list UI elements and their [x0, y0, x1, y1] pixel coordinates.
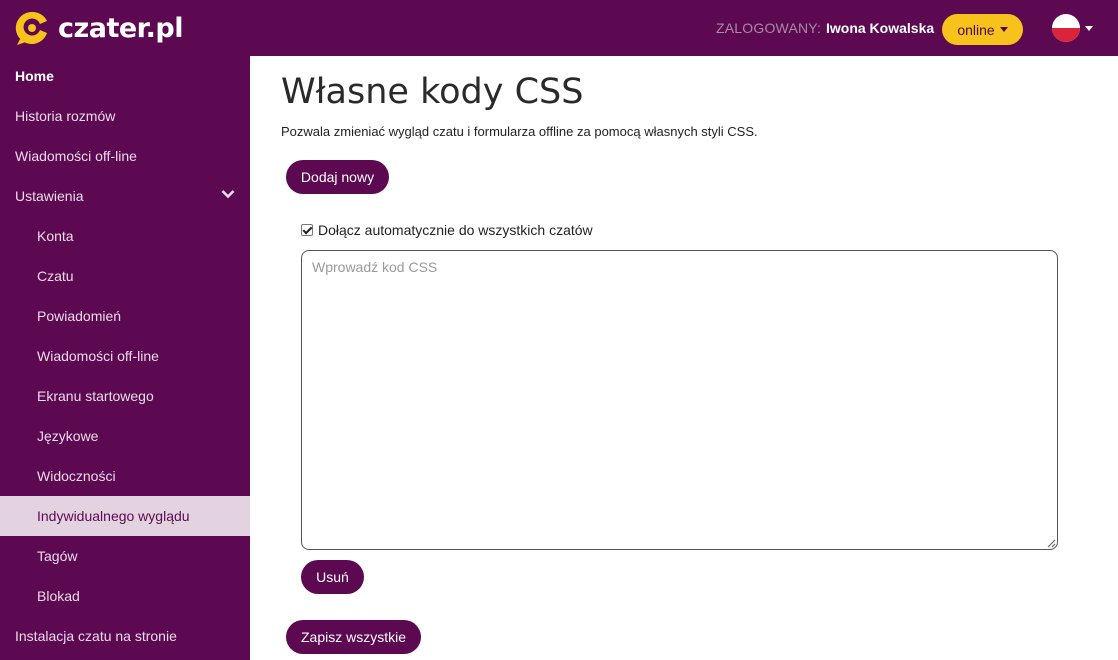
save-all-button[interactable]: Zapisz wszystkie — [286, 620, 421, 654]
sidebar-item-label: Konta — [37, 228, 74, 244]
sidebar-item-offline-messages[interactable]: Wiadomości off-line — [0, 136, 250, 176]
sidebar-item-label: Czatu — [37, 268, 74, 284]
sidebar-item-label: Ekranu startowego — [37, 388, 154, 404]
sidebar-item-chat[interactable]: Czatu — [0, 256, 250, 296]
caret-down-icon — [999, 27, 1008, 32]
sidebar-item-label: Wiadomości off-line — [15, 148, 137, 164]
sidebar-item-start-screen[interactable]: Ekranu startowego — [0, 376, 250, 416]
sidebar: Home Historia rozmów Wiadomości off-line… — [0, 56, 250, 660]
sidebar-item-offline-messages-settings[interactable]: Wiadomości off-line — [0, 336, 250, 376]
sidebar-item-label: Powiadomień — [37, 308, 122, 324]
auto-attach-label[interactable]: Dołącz automatycznie do wszystkich czató… — [318, 222, 593, 238]
sidebar-item-chat-history[interactable]: Historia rozmów — [0, 96, 250, 136]
css-code-textarea[interactable] — [301, 250, 1058, 550]
sidebar-item-tags[interactable]: Tagów — [0, 536, 250, 576]
sidebar-item-notifications[interactable]: Powiadomień — [0, 296, 250, 336]
sidebar-item-settings[interactable]: Ustawienia — [0, 176, 250, 216]
status-dropdown-button[interactable]: online — [942, 14, 1023, 45]
page-title: Własne kody CSS — [281, 72, 584, 112]
page-description: Pozwala zmieniać wygląd czatu i formular… — [281, 124, 758, 139]
sidebar-item-home[interactable]: Home — [0, 56, 250, 96]
status-label: online — [957, 21, 995, 38]
sidebar-item-label: Instalacja czatu na stronie — [15, 628, 177, 644]
logo[interactable]: czater.pl — [14, 10, 183, 46]
language-dropdown[interactable] — [1052, 14, 1093, 42]
chevron-down-icon — [221, 190, 235, 199]
user-name: Iwona Kowalska — [826, 20, 935, 36]
sidebar-item-blocks[interactable]: Blokad — [0, 576, 250, 616]
poland-flag-icon — [1052, 14, 1080, 42]
auto-attach-row: Dołącz automatycznie do wszystkich czató… — [301, 222, 593, 238]
sidebar-item-account[interactable]: Konta — [0, 216, 250, 256]
sidebar-item-visibility[interactable]: Widoczności — [0, 456, 250, 496]
sidebar-item-label: Widoczności — [37, 468, 116, 484]
sidebar-item-label: Home — [15, 68, 54, 84]
sidebar-item-label: Indywidualnego wyglądu — [37, 508, 190, 524]
main-content: Własne kody CSS Pozwala zmieniać wygląd … — [250, 56, 1118, 660]
auto-attach-checkbox[interactable] — [301, 224, 313, 236]
logged-in-label: ZALOGOWANY: — [716, 20, 822, 36]
delete-button[interactable]: Usuń — [301, 560, 364, 594]
sidebar-item-label: Tagów — [37, 548, 78, 564]
sidebar-item-chat-installation[interactable]: Instalacja czatu na stronie — [0, 616, 250, 656]
sidebar-item-label: Wiadomości off-line — [37, 348, 159, 364]
top-header: czater.pl ZALOGOWANY: Iwona Kowalska onl… — [0, 0, 1118, 56]
sidebar-item-label: Historia rozmów — [15, 108, 116, 124]
sidebar-item-label: Ustawienia — [15, 188, 84, 204]
caret-down-icon — [1085, 25, 1093, 31]
sidebar-item-label: Blokad — [37, 588, 80, 604]
sidebar-item-label: Językowe — [37, 428, 99, 444]
add-new-button[interactable]: Dodaj nowy — [286, 160, 389, 194]
sidebar-item-custom-appearance[interactable]: Indywidualnego wyglądu — [0, 496, 250, 536]
czater-logo-icon — [15, 11, 47, 45]
logo-text: czater.pl — [58, 12, 183, 44]
sidebar-item-language[interactable]: Językowe — [0, 416, 250, 456]
textarea-resize-handle-icon[interactable] — [1047, 539, 1056, 548]
